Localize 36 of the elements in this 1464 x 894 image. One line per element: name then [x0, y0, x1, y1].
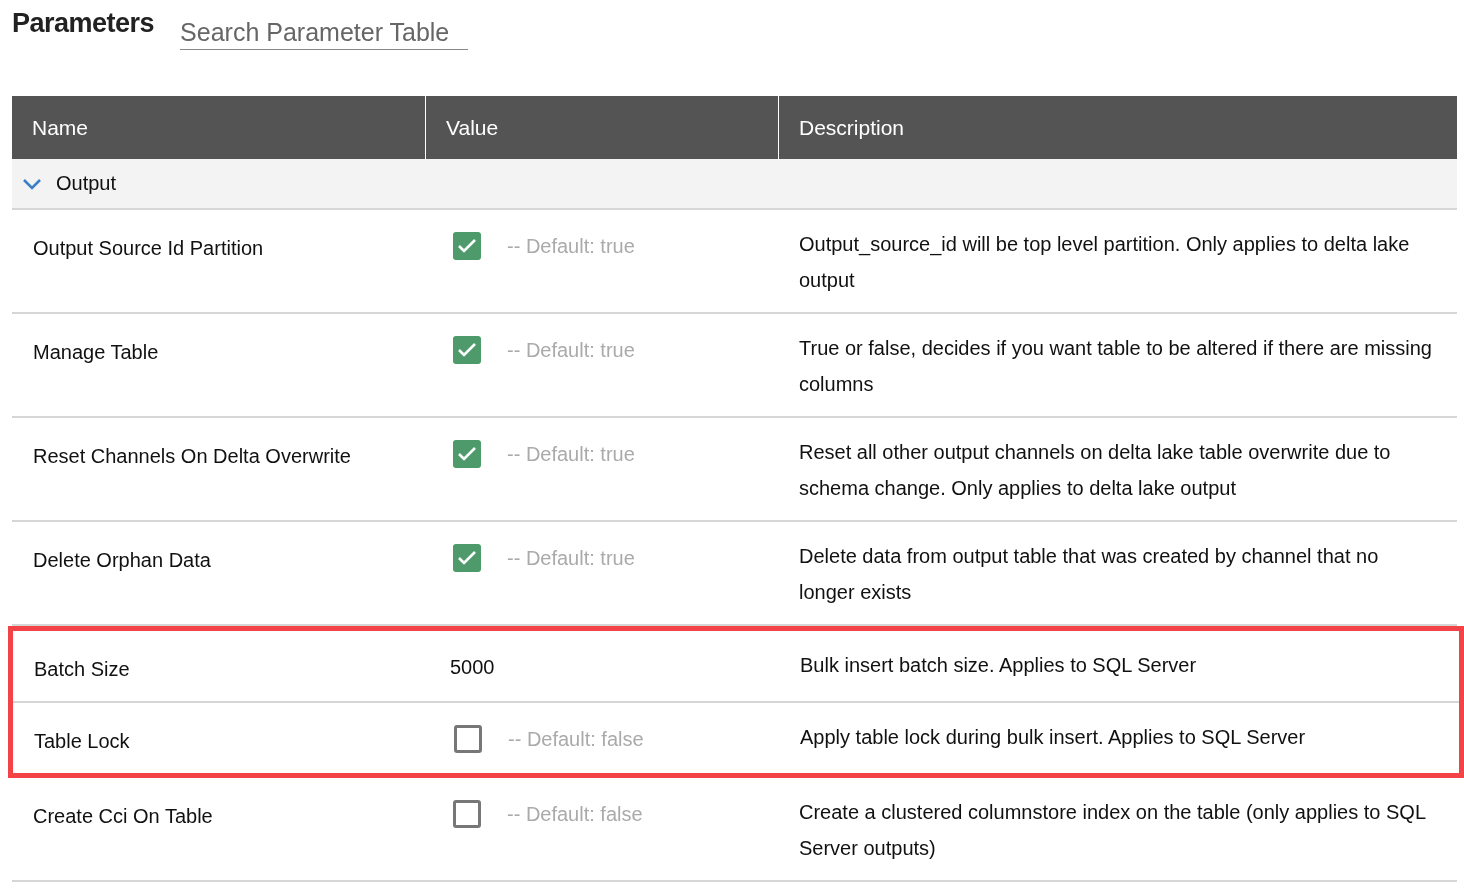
check-icon	[457, 342, 477, 358]
parameter-name: Reset Channels On Delta Overwrite	[33, 445, 351, 467]
column-header[interactable]: Name	[12, 96, 425, 159]
checkbox[interactable]	[453, 232, 481, 260]
checkbox[interactable]	[453, 800, 481, 828]
parameter-description: Apply table lock during bulk insert. Applies to SQL Server	[800, 726, 1306, 748]
checkbox[interactable]	[454, 725, 482, 753]
value-text: 5000	[450, 655, 495, 680]
checkbox[interactable]	[453, 544, 481, 572]
default-value: -- Default: true	[507, 234, 635, 259]
parameter-name: Manage Table	[33, 341, 159, 363]
parameter-name: Create Cci On Table	[33, 805, 213, 827]
parameter-name: Batch Size	[34, 658, 130, 680]
check-icon	[457, 446, 477, 462]
group-row[interactable]: Output	[12, 159, 1457, 210]
parameter-description: Create a clustered columnstore index on the table (only applies to SQL Server outputs)	[799, 801, 1426, 859]
parameter-description: Bulk insert batch size. Applies to SQL Server	[800, 654, 1197, 676]
chevron-icon	[22, 177, 42, 190]
group-label: Output	[56, 172, 117, 195]
parameter-name: Output Source Id Partition	[33, 237, 264, 259]
parameter-description: True or false, decides if you want table to be altered if there are missing columns	[799, 337, 1432, 395]
parameter-description: Reset all other output channels on delta lake table overwrite due to schema change. Only applies to delta lake output	[799, 441, 1391, 499]
default-value: -- Default: true	[507, 442, 635, 467]
default-value: -- Default: true	[507, 546, 635, 571]
check-icon	[457, 550, 477, 566]
default-value: -- Default: false	[507, 802, 643, 827]
parameter-description: Delete data from output table that was created by channel that no longer exists	[799, 545, 1379, 603]
default-value: -- Default: true	[507, 338, 635, 363]
parameter-description: Output_source_id will be top level partition. Only applies to delta lake output	[799, 233, 1410, 291]
check-icon	[457, 238, 477, 254]
default-value: -- Default: false	[508, 727, 644, 752]
parameter-name: Delete Orphan Data	[33, 549, 211, 571]
parameter-name: Table Lock	[34, 730, 130, 752]
page-title: Parameters	[12, 8, 155, 39]
checkbox[interactable]	[453, 336, 481, 364]
checkbox[interactable]	[453, 440, 481, 468]
